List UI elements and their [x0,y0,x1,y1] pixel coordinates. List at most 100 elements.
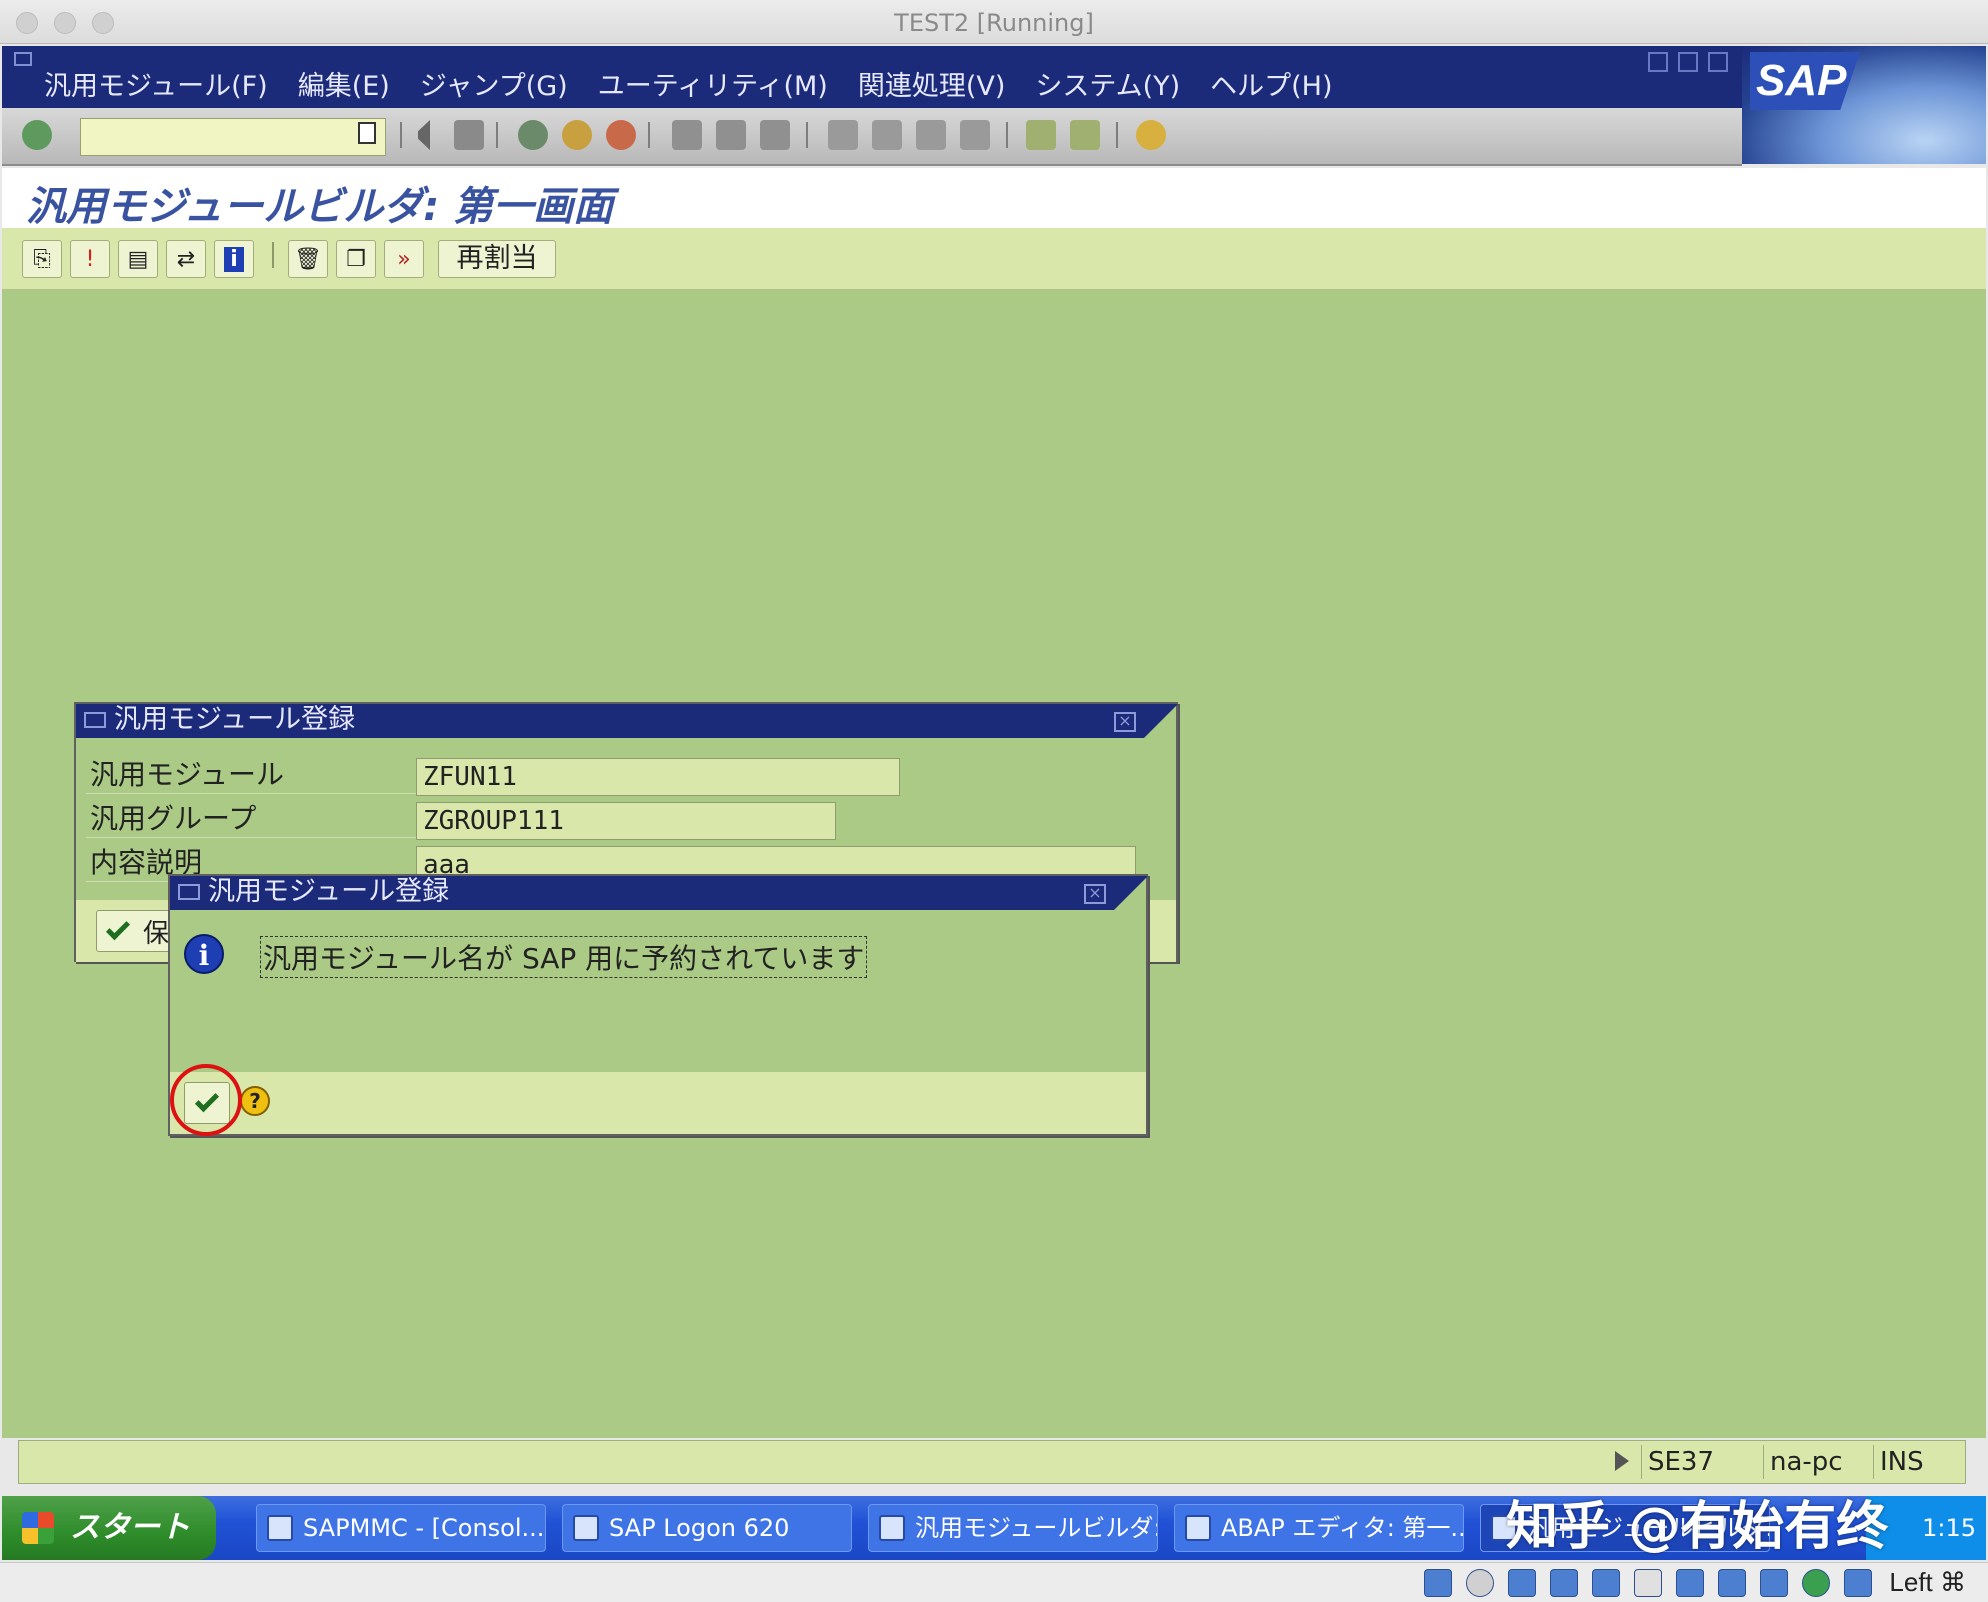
info-dialog: 汎用モジュール登録 × i 汎用モジュール名が SAP 用に予約されています ? [168,874,1148,1136]
help-icon: ? [240,1086,270,1116]
command-history-icon[interactable] [358,122,376,144]
reassign-button[interactable]: 再割当 [438,240,556,278]
minimize-icon[interactable] [1648,52,1668,72]
taskbar-item-function-builder[interactable]: 汎用モジュールビルダ: ... [868,1504,1158,1552]
toolbar-separator [648,122,650,148]
display-icon[interactable] [1676,1569,1704,1597]
delete-icon: 🗑 [294,246,322,272]
info-message: 汎用モジュール名が SAP 用に予約されています [260,936,868,978]
status-server: na-pc [1763,1445,1873,1479]
help-button[interactable]: ? [240,1086,270,1116]
where-used-button[interactable]: ⇄ [166,240,206,278]
copy-icon: ❐ [346,246,366,272]
find-icon[interactable] [716,120,746,150]
copy-button[interactable]: ❐ [336,240,376,278]
enter-icon[interactable] [22,120,52,150]
vt-x-icon[interactable] [1760,1569,1788,1597]
delete-button[interactable]: 🗑 [288,240,328,278]
back-nav-icon[interactable] [518,120,548,150]
rename-icon: » [397,246,411,272]
taskbar-item-sapmmc[interactable]: SAPMMC - [Consol... [256,1504,546,1552]
network-icon[interactable] [1550,1569,1578,1597]
menu-utilities[interactable]: ユーティリティ(M) [598,64,828,103]
print-icon[interactable] [672,120,702,150]
menu-function-module[interactable]: 汎用モジュール(F) [44,64,268,103]
toolbar-separator [496,122,498,148]
check-icon [105,916,131,941]
optical-drive-icon[interactable] [1466,1569,1494,1597]
dialog-close-icon[interactable]: × [1084,884,1106,904]
object-list-button[interactable]: ▤ [118,240,158,278]
function-module-row: 汎用モジュール ZFUN11 [86,756,1166,796]
cancel-icon[interactable] [606,120,636,150]
info-button[interactable]: i [214,240,254,278]
find-next-icon[interactable] [760,120,790,150]
recording-icon[interactable] [1718,1569,1746,1597]
restore-icon[interactable] [1678,52,1698,72]
sap-logo-text: SAP [1750,52,1860,110]
transaction-code: SE37 [1648,1447,1715,1477]
mouse-integration-icon[interactable] [1802,1569,1830,1597]
other-object-button[interactable]: ⎘ [22,240,62,278]
exit-icon[interactable] [562,120,592,150]
rename-button[interactable]: » [384,240,424,278]
sap-gui-icon [879,1515,905,1541]
menu-environment[interactable]: 関連処理(V) [858,64,1006,103]
toolbar-separator [1116,122,1118,148]
toolbar-separator [400,122,402,148]
activate-button[interactable]: ! [70,240,110,278]
sap-menu-bar: 汎用モジュール(F) 編集(E) ジャンプ(G) ユーティリティ(M) 関連処理… [2,46,1986,164]
menu-goto[interactable]: ジャンプ(G) [420,64,568,103]
first-page-icon[interactable] [828,120,858,150]
start-button[interactable]: スタート [2,1496,216,1560]
dialog-menu-icon[interactable] [178,884,200,900]
function-group-label: 汎用グループ [86,800,416,838]
taskbar-item-sap-logon[interactable]: SAP Logon 620 [562,1504,852,1552]
taskbar-item-abap-editor[interactable]: ABAP エディタ: 第一... [1174,1504,1464,1552]
function-module-input[interactable]: ZFUN11 [416,758,900,796]
register-dialog-title: 汎用モジュール登録 [76,704,1178,738]
taskbar-item-label: SAP Logon 620 [609,1514,790,1542]
activate-icon: ! [85,246,95,272]
sap-logon-icon [573,1515,599,1541]
menu-edit[interactable]: 編集(E) [298,64,390,103]
audio-icon[interactable] [1508,1569,1536,1597]
toolbar-separator [1006,122,1008,148]
other-object-icon: ⎘ [33,246,51,272]
page-title: 汎用モジュールビルダ: 第一画面 [26,184,614,230]
status-mode[interactable]: INS [1873,1445,1943,1479]
status-expand-icon[interactable] [1615,1451,1629,1471]
windows-logo-icon [22,1512,54,1544]
dialog-close-icon[interactable]: × [1114,712,1136,732]
back-icon[interactable] [414,120,430,150]
command-field[interactable] [80,118,386,156]
help-icon[interactable] [1136,120,1166,150]
shortcut-icon[interactable] [1070,120,1100,150]
shared-folders-icon[interactable] [1634,1569,1662,1597]
system-menu-icon[interactable] [14,52,32,66]
host-key-label: Left ⌘ [1889,1567,1966,1597]
create-session-icon[interactable] [1026,120,1056,150]
sap-logo: SAP [1742,46,1986,164]
menu-help[interactable]: ヘルプ(H) [1210,64,1332,103]
info-message-area: i 汎用モジュール名が SAP 用に予約されています [170,910,1146,1070]
previous-page-icon[interactable] [872,120,902,150]
save-icon[interactable] [454,120,484,150]
menu-system[interactable]: システム(Y) [1035,64,1180,103]
sap-gui-icon [1185,1515,1211,1541]
close-icon[interactable] [1708,52,1728,72]
standard-toolbar [2,108,1742,166]
clock: 1:15 [1922,1514,1976,1542]
keyboard-capture-icon[interactable] [1844,1569,1872,1597]
hard-disk-icon[interactable] [1424,1569,1452,1597]
info-dialog-title: 汎用モジュール登録 [170,876,1148,910]
usb-icon[interactable] [1592,1569,1620,1597]
info-icon: i [184,934,224,974]
status-bar: SE37 na-pc INS [18,1440,1966,1484]
next-page-icon[interactable] [916,120,946,150]
highlight-circle [170,1064,242,1136]
status-transaction: SE37 [1641,1445,1761,1479]
last-page-icon[interactable] [960,120,990,150]
function-group-input[interactable]: ZGROUP111 [416,802,836,840]
dialog-menu-icon[interactable] [84,712,106,728]
